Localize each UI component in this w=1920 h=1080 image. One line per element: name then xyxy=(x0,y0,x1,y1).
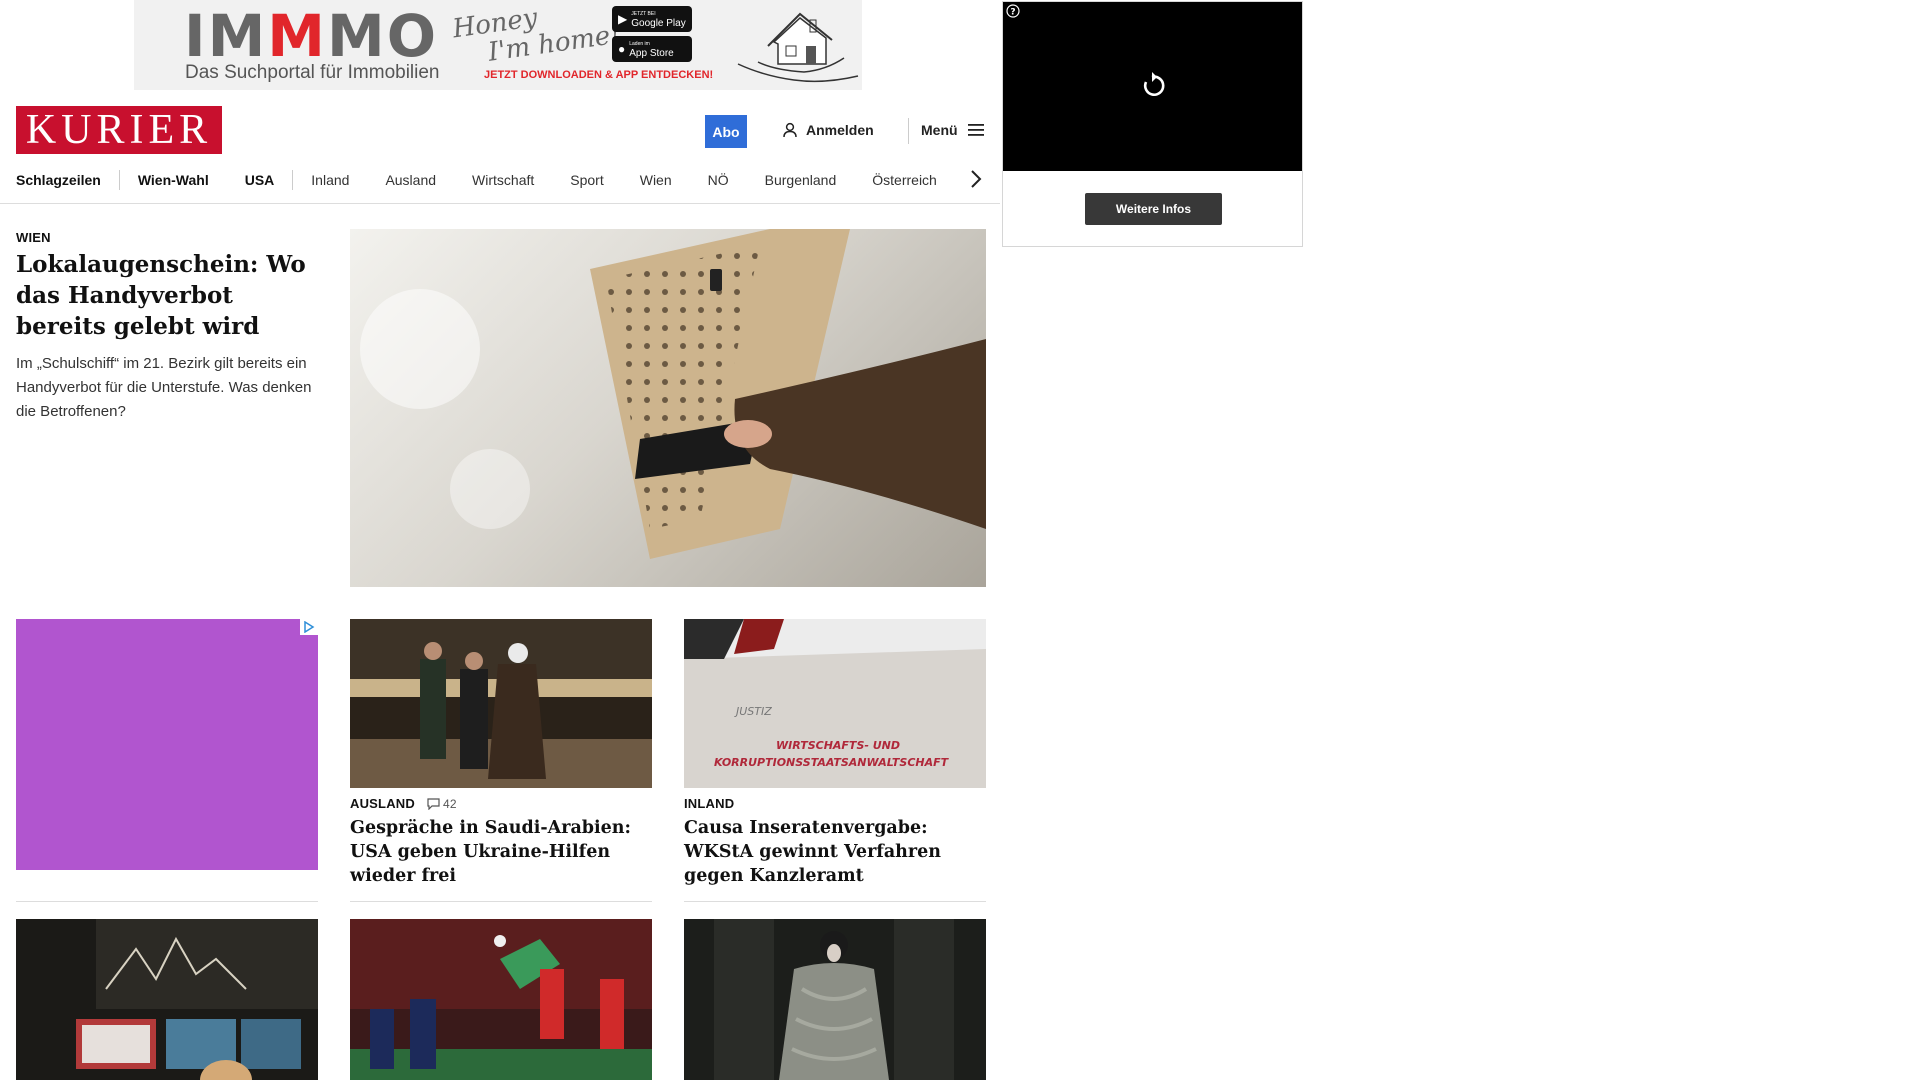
display-ad[interactable] xyxy=(16,619,318,870)
card-section-label[interactable]: INLAND xyxy=(684,796,734,811)
hamburger-icon xyxy=(967,124,984,136)
abo-button[interactable]: Abo xyxy=(705,115,747,148)
banner-subtitle: Das Suchportal für Immobilien xyxy=(185,62,440,83)
lead-headline[interactable]: Lokalaugenschein: Wo das Handyverbot ber… xyxy=(16,249,316,342)
card-image-wksta[interactable]: JUSTIZ WIRTSCHAFTS- UND KORRUPTIONSSTAAT… xyxy=(684,619,986,788)
header-divider xyxy=(908,118,909,144)
login-button[interactable]: Anmelden xyxy=(782,122,874,138)
card-divider xyxy=(16,901,318,902)
card-divider xyxy=(350,901,652,902)
google-play-button[interactable]: ▶ JETZT BEI Google Play xyxy=(612,6,692,32)
section-nav: Schlagzeilen Wien-Wahl USA Inland Auslan… xyxy=(16,168,986,192)
chevron-right-icon[interactable] xyxy=(967,168,985,190)
nav-item-schlagzeilen[interactable]: Schlagzeilen xyxy=(16,170,119,190)
help-icon[interactable]: ? xyxy=(1006,4,1020,18)
card-headline[interactable]: Causa Inseratenvergabe: WKStA gewinnt Ve… xyxy=(684,816,986,888)
svg-text:KORRUPTIONSSTAATSANWALTSCHAFT: KORRUPTIONSSTAATSANWALTSCHAFT xyxy=(714,756,950,769)
comment-icon xyxy=(427,797,440,810)
user-icon xyxy=(783,122,797,138)
banner-tagline: Honey I'm home! xyxy=(450,2,623,68)
nav-item-noe[interactable]: NÖ xyxy=(690,170,747,190)
svg-text:JUSTIZ: JUSTIZ xyxy=(734,705,772,718)
card-kicker: AUSLAND 42 xyxy=(350,796,457,811)
diplomats-photo xyxy=(350,619,652,788)
replay-icon[interactable] xyxy=(1137,71,1167,101)
menu-button[interactable]: Menü xyxy=(921,122,984,138)
nav-item-oesterreich[interactable]: Österreich xyxy=(854,170,955,190)
video-ad[interactable]: ? Weitere Infos xyxy=(1002,1,1303,247)
comment-count[interactable]: 42 xyxy=(427,797,457,811)
fashion-photo xyxy=(684,919,986,1080)
kurier-logo[interactable]: KURIER xyxy=(16,106,222,154)
adchoices-icon[interactable] xyxy=(300,619,318,635)
lead-kicker[interactable]: WIEN xyxy=(16,230,51,245)
nav-item-inland[interactable]: Inland xyxy=(293,170,367,190)
card-section-label[interactable]: AUSLAND xyxy=(350,796,415,811)
app-store-button[interactable]: ● Laden im App Store xyxy=(612,36,692,62)
house-hand-illustration xyxy=(737,12,859,83)
phone-locker-photo xyxy=(360,229,986,559)
nav-item-burgenland[interactable]: Burgenland xyxy=(747,170,855,190)
nav-item-ausland[interactable]: Ausland xyxy=(367,170,454,190)
card-divider xyxy=(684,901,986,902)
nav-item-wien-wahl[interactable]: Wien-Wahl xyxy=(120,170,227,190)
card-image-fashion[interactable] xyxy=(684,919,986,1080)
google-play-icon: ▶ xyxy=(618,12,628,26)
card-headline[interactable]: Gespräche in Saudi-Arabien: USA geben Uk… xyxy=(350,816,652,888)
login-label: Anmelden xyxy=(806,122,874,138)
wksta-sign-photo: JUSTIZ WIRTSCHAFTS- UND KORRUPTIONSSTAAT… xyxy=(684,619,986,788)
apple-icon: ● xyxy=(618,42,626,56)
nav-item-wien[interactable]: Wien xyxy=(622,170,690,190)
banner-brand: IMMMO xyxy=(184,2,439,70)
card-kicker: INLAND xyxy=(684,796,734,811)
card-image-trading[interactable] xyxy=(16,919,318,1080)
lead-image[interactable] xyxy=(350,229,986,587)
nav-item-wirtschaft[interactable]: Wirtschaft xyxy=(454,170,552,190)
nav-underline xyxy=(0,203,1000,204)
nav-item-usa[interactable]: USA xyxy=(227,170,293,190)
card-image-saudi[interactable] xyxy=(350,619,652,788)
banner-cta: JETZT DOWNLOADEN & APP ENTDECKEN! xyxy=(484,69,714,81)
svg-text:WIRTSCHAFTS- UND: WIRTSCHAFTS- UND xyxy=(776,739,900,752)
lead-teaser[interactable]: Im „Schulschiff“ im 21. Bezirk gilt bere… xyxy=(16,352,321,424)
card-image-football[interactable] xyxy=(350,919,652,1080)
football-match-photo xyxy=(350,919,652,1080)
menu-label: Menü xyxy=(921,122,958,138)
more-info-button[interactable]: Weitere Infos xyxy=(1085,193,1222,225)
svg-text:?: ? xyxy=(1010,8,1015,18)
nav-item-sport[interactable]: Sport xyxy=(552,170,621,190)
top-banner-ad[interactable]: IMMMO Das Suchportal für Immobilien Hone… xyxy=(134,0,862,90)
stock-exchange-photo xyxy=(16,919,318,1080)
video-player[interactable]: ? xyxy=(1003,2,1302,171)
